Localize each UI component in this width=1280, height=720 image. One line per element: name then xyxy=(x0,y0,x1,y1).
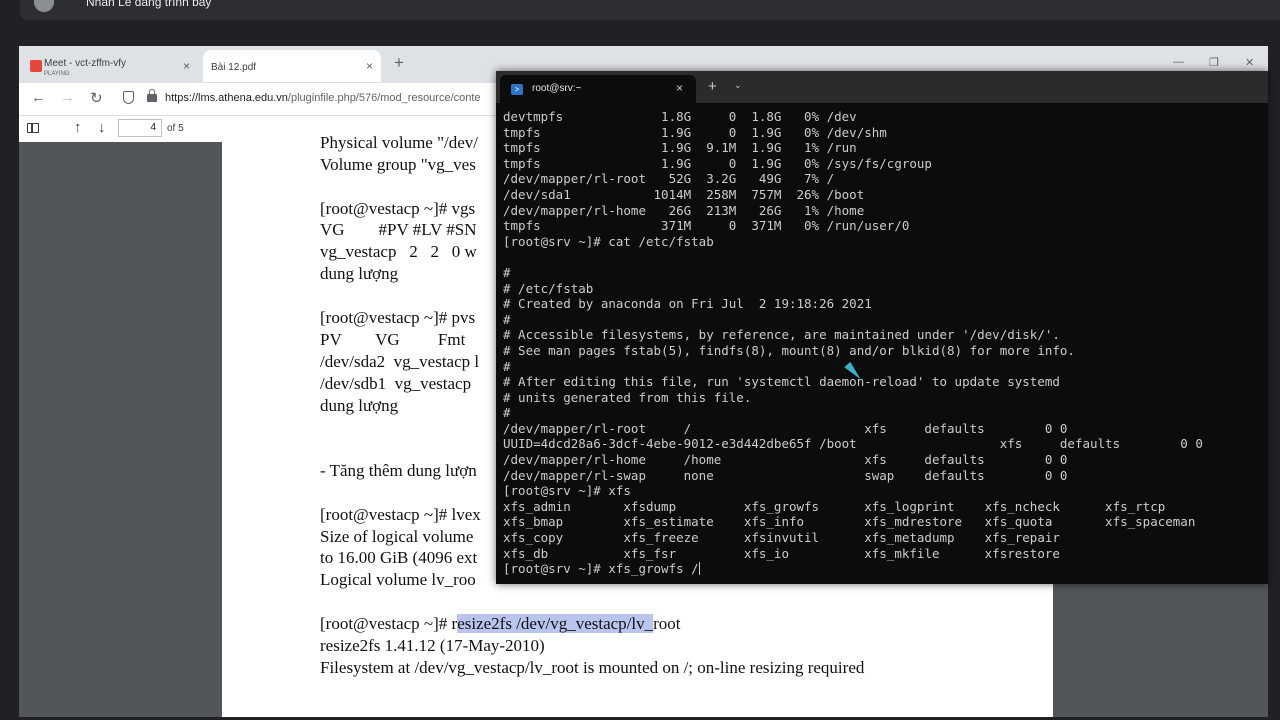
tab-meet-title: Meet - vct-zffm-vfy xyxy=(44,58,127,69)
terminal-dropdown-icon[interactable]: ⌄ xyxy=(734,80,742,91)
presenter-banner: Nhân Lê đang trình bày xyxy=(20,0,1280,20)
pdf-line: Logical volume lv_roo xyxy=(320,570,476,589)
maximize-icon[interactable]: ❐ xyxy=(1209,56,1219,69)
back-icon[interactable]: ← xyxy=(31,89,46,106)
pdf-line: [root@vestacp ~]# vgs xyxy=(320,199,476,218)
minimize-icon[interactable]: — xyxy=(1173,56,1184,68)
tab-meet[interactable]: Meet - vct-zffm-vfy PLAYING × xyxy=(23,50,198,82)
pdf-line: Filesystem at /dev/vg_vestacp/lv_root is… xyxy=(320,658,865,677)
terminal-text: devtmpfs 1.8G 0 1.8G 0% /dev tmpfs 1.9G … xyxy=(503,109,1203,577)
resize-prompt: [root@vestacp ~]# r xyxy=(320,614,458,633)
tab-meet-close-icon[interactable]: × xyxy=(183,59,190,73)
pdf-line: - Tăng thêm dung lượn xyxy=(320,461,477,480)
tab-pdf[interactable]: Bài 12.pdf × xyxy=(203,50,381,82)
address-bar[interactable]: https://lms.athena.edu.vn/pluginfile.php… xyxy=(165,92,481,104)
forward-icon[interactable]: → xyxy=(60,89,75,106)
pdf-line: VG #PV #LV #SN xyxy=(320,220,477,239)
pdf-line-resize: [root@vestacp ~]# resize2fs /dev/vg_vest… xyxy=(320,613,681,634)
pdf-line: [root@vestacp ~]# lvex xyxy=(320,505,481,524)
pdf-line: PV VG Fmt xyxy=(320,330,466,349)
terminal-tab-close-icon[interactable]: × xyxy=(676,81,683,95)
terminal-window[interactable]: > root@srv:~ × + ⌄ devtmpfs 1.8G 0 1.8G … xyxy=(496,71,1268,584)
page-total: of 5 xyxy=(167,123,184,134)
pdf-line: [root@vestacp ~]# pvs xyxy=(320,308,476,327)
meet-top-bar: Nhân Lê đang trình bày xyxy=(0,0,1280,20)
text-selection[interactable]: esize2fs /dev/vg_vestacp/lv_ xyxy=(457,614,654,633)
presenter-avatar xyxy=(34,0,54,12)
text-cursor xyxy=(698,562,700,576)
pdf-line: vg_vestacp 2 2 0 w xyxy=(320,242,477,261)
pdf-line: dung lượng xyxy=(320,264,399,283)
terminal-output[interactable]: devtmpfs 1.8G 0 1.8G 0% /dev tmpfs 1.9G … xyxy=(503,109,1203,577)
pdf-line: Size of logical volume xyxy=(320,527,474,546)
pdf-line: Physical volume "/dev/ xyxy=(320,133,479,152)
page-number-input[interactable]: 4 xyxy=(118,119,162,137)
pdf-line: resize2fs 1.41.12 (17-May-2010) xyxy=(320,636,545,655)
prev-page-icon[interactable]: ↑ xyxy=(74,119,82,136)
next-page-icon[interactable]: ↓ xyxy=(98,119,106,136)
presenter-text: Nhân Lê đang trình bày xyxy=(86,0,212,9)
tab-meet-playing: PLAYING xyxy=(44,71,70,77)
terminal-tab-title: root@srv:~ xyxy=(532,83,582,94)
sidebar-toggle-icon[interactable] xyxy=(27,123,39,133)
reload-icon[interactable]: ↻ xyxy=(90,89,103,107)
resize-tail: root xyxy=(653,614,681,633)
lock-icon[interactable] xyxy=(147,89,157,102)
url-path: /pluginfile.php/576/mod_resource/conte xyxy=(287,92,481,104)
terminal-tabbar: > root@srv:~ × + ⌄ xyxy=(496,71,1268,103)
pdf-line: /dev/sdb1 vg_vestacp xyxy=(320,374,472,393)
url-domain: https://lms.athena.edu.vn xyxy=(165,92,288,104)
terminal-tab[interactable]: > root@srv:~ × xyxy=(500,75,696,103)
pdf-line: dung lượng xyxy=(320,396,399,415)
meet-favicon-icon xyxy=(30,60,42,72)
tab-pdf-title: Bài 12.pdf xyxy=(211,62,257,73)
pdf-line: to 16.00 GiB (4096 ext xyxy=(320,548,478,567)
close-window-icon[interactable]: ✕ xyxy=(1245,56,1254,69)
terminal-new-tab-button[interactable]: + xyxy=(708,78,717,95)
powershell-icon: > xyxy=(511,84,523,95)
new-tab-button[interactable]: + xyxy=(394,53,404,73)
pdf-line: /dev/sda2 vg_vestacp l xyxy=(320,352,480,371)
pdf-line: Volume group "vg_ves xyxy=(320,155,476,174)
shield-icon[interactable] xyxy=(123,91,134,104)
tab-pdf-close-icon[interactable]: × xyxy=(366,59,373,73)
